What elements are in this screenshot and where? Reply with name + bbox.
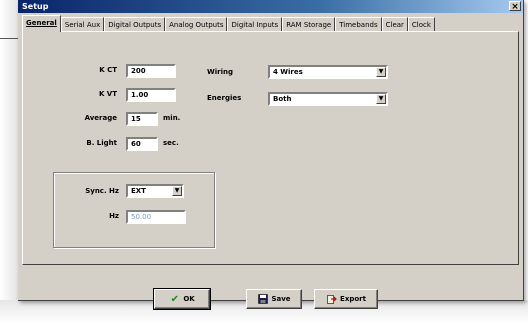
kct-input[interactable]: 200 xyxy=(126,64,176,78)
close-icon: × xyxy=(511,2,519,12)
background-line xyxy=(0,38,18,39)
average-input[interactable]: 15 xyxy=(126,112,158,126)
hz-label: Hz xyxy=(109,212,119,220)
tab-digital-outputs[interactable]: Digital Outputs xyxy=(104,17,166,32)
chevron-down-icon[interactable]: ▼ xyxy=(376,94,386,104)
tab-digital-inputs[interactable]: Digital Inputs xyxy=(227,17,283,32)
close-button[interactable]: × xyxy=(509,1,521,12)
energies-select[interactable]: Both ▼ xyxy=(268,92,388,106)
chevron-down-icon[interactable]: ▼ xyxy=(172,186,182,196)
title-bar[interactable]: Setup × xyxy=(18,0,523,13)
tab-clear[interactable]: Clear xyxy=(381,17,408,32)
floppy-disk-icon xyxy=(257,293,268,305)
blight-input[interactable]: 60 xyxy=(126,137,158,151)
blight-unit: sec. xyxy=(163,139,179,147)
tab-strip: General Serial Aux Digital Outputs Analo… xyxy=(22,15,521,32)
tab-ram-storage[interactable]: RAM Storage xyxy=(282,17,336,32)
export-label: Export xyxy=(340,295,366,303)
sync-hz-value: EXT xyxy=(131,187,146,195)
tab-general[interactable]: General xyxy=(22,15,61,32)
ok-label: OK xyxy=(183,295,195,303)
setup-dialog: Setup × General Serial Aux Digital Outpu… xyxy=(18,0,524,310)
tab-timebands[interactable]: Timebands xyxy=(335,17,382,32)
average-label: Average xyxy=(84,114,117,122)
sync-hz-select[interactable]: EXT ▼ xyxy=(126,184,184,198)
blight-label: B. Light xyxy=(86,139,117,147)
kvt-label: K VT xyxy=(98,90,117,98)
energies-label: Energies xyxy=(207,94,242,102)
tab-analog-outputs[interactable]: Analog Outputs xyxy=(165,17,228,32)
tab-clock[interactable]: Clock xyxy=(407,17,435,32)
save-label: Save xyxy=(271,295,291,303)
kct-label: K CT xyxy=(99,66,117,74)
ok-button[interactable]: ✔ OK xyxy=(153,288,211,310)
export-icon xyxy=(326,294,337,305)
wiring-value: 4 Wires xyxy=(273,68,303,76)
energies-value: Both xyxy=(273,95,292,103)
tab-serial-aux[interactable]: Serial Aux xyxy=(60,17,105,32)
chevron-down-icon[interactable]: ▼ xyxy=(376,67,386,77)
sync-hz-label: Sync. Hz xyxy=(85,187,119,195)
window-title: Setup xyxy=(22,2,49,11)
background-left xyxy=(0,0,18,323)
average-unit: min. xyxy=(163,114,181,122)
hz-input: 50.00 xyxy=(126,210,186,224)
check-icon: ✔ xyxy=(170,293,179,305)
wiring-label: Wiring xyxy=(207,68,233,76)
wiring-select[interactable]: 4 Wires ▼ xyxy=(268,65,388,79)
save-button[interactable]: Save xyxy=(246,289,302,309)
export-button[interactable]: Export xyxy=(314,289,378,309)
general-panel: K CT 200 K VT 1.00 Average 15 min. B. Li… xyxy=(22,31,519,265)
kvt-input[interactable]: 1.00 xyxy=(126,88,176,102)
